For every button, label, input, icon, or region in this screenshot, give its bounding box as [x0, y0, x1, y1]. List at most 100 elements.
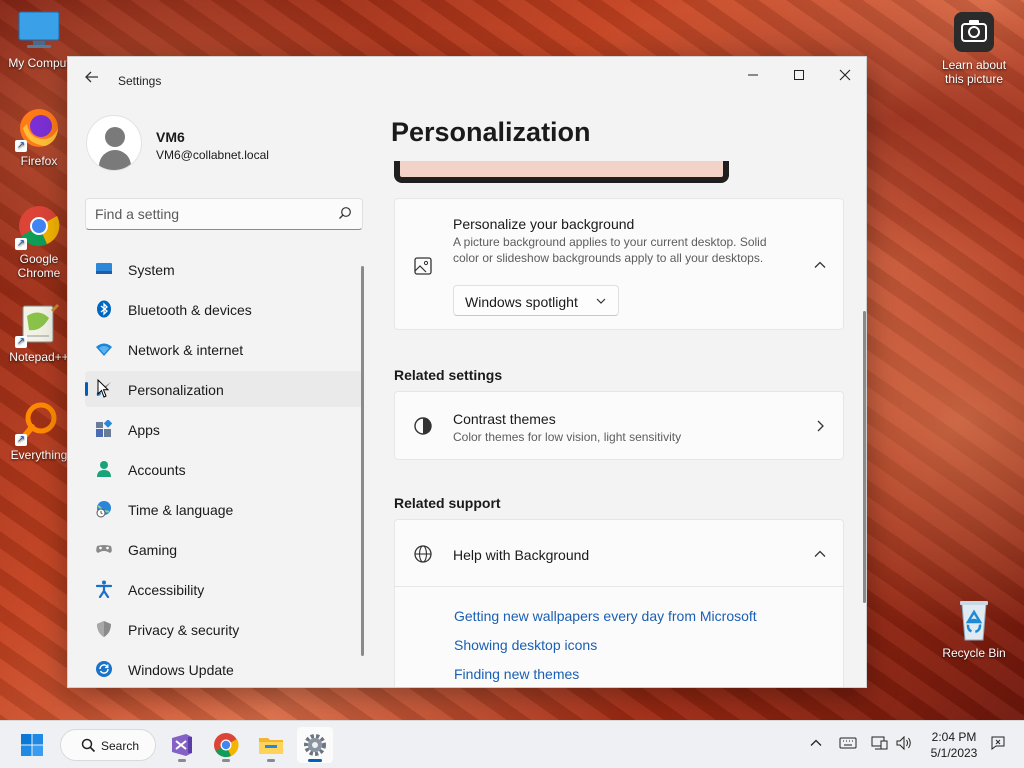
shortcut-arrow-icon: ↗ — [15, 434, 27, 446]
notifications-button[interactable] — [988, 735, 1008, 755]
notepad-icon: ↗ — [15, 302, 61, 348]
sidebar-item-label: Windows Update — [128, 662, 234, 678]
chrome-icon — [214, 733, 239, 758]
chrome-icon: ↗ — [15, 204, 61, 250]
magnifier-icon: ↗ — [15, 400, 61, 446]
arrow-left-icon — [85, 71, 98, 83]
monitor-icon — [17, 8, 61, 52]
sidebar-item-gaming[interactable]: Gaming — [85, 531, 363, 567]
monitor-icon — [96, 263, 112, 274]
shield-icon — [97, 621, 111, 637]
chevron-up-icon — [810, 739, 822, 746]
sidebar-item-privacy-security[interactable]: Privacy & security — [85, 611, 363, 647]
help-link-themes[interactable]: Finding new themes — [454, 666, 579, 682]
user-name: VM6 — [156, 129, 185, 145]
help-links-panel: Getting new wallpapers every day from Mi… — [394, 587, 844, 687]
card-description: A picture background applies to your cur… — [453, 235, 767, 265]
sidebar-item-label: Gaming — [128, 542, 178, 558]
help-link-wallpapers[interactable]: Getting new wallpapers every day from Mi… — [454, 608, 757, 624]
sidebar-scrollbar[interactable] — [361, 266, 364, 656]
settings-window: Settings VM6 VM6@collabnet.local System … — [67, 56, 867, 688]
sidebar-item-system[interactable]: System — [85, 251, 363, 287]
taskbar-chrome[interactable] — [208, 727, 244, 763]
background-card[interactable]: Personalize your background A picture ba… — [394, 198, 844, 330]
taskbar-search-label: Search — [101, 739, 140, 753]
running-indicator — [267, 759, 275, 762]
background-type-dropdown[interactable]: Windows spotlight — [453, 285, 619, 316]
sidebar-item-label: Network & internet — [128, 342, 244, 358]
contrast-icon — [414, 417, 432, 435]
show-hidden-icons-button[interactable] — [806, 735, 826, 755]
sidebar-item-accounts[interactable]: Accounts — [85, 451, 363, 487]
network-status-button[interactable] — [870, 735, 890, 755]
minimize-button[interactable] — [730, 61, 776, 93]
search-input[interactable] — [95, 205, 331, 223]
keyboard-layout-button[interactable] — [838, 735, 858, 755]
sidebar-item-label: System — [128, 262, 175, 278]
active-indicator — [85, 382, 88, 396]
maximize-icon — [794, 70, 804, 80]
help-with-background-card[interactable]: Help with Background — [394, 519, 844, 587]
desktop-icon-recycle-bin[interactable]: Recycle Bin — [934, 598, 1014, 660]
folder-icon — [259, 738, 283, 754]
volume-button[interactable] — [894, 735, 914, 755]
running-indicator — [222, 759, 230, 762]
speaker-icon — [896, 735, 911, 751]
content-scrollbar[interactable] — [863, 311, 866, 603]
start-button[interactable] — [14, 727, 50, 763]
keyboard-icon — [839, 737, 857, 749]
taskbar-settings[interactable] — [297, 727, 333, 763]
active-indicator — [308, 759, 322, 762]
avatar-body — [99, 150, 131, 170]
search-icon[interactable] — [338, 206, 352, 220]
sidebar-item-label: Accounts — [128, 462, 186, 478]
help-link-desktop-icons[interactable]: Showing desktop icons — [454, 637, 597, 653]
window-title: Settings — [118, 74, 162, 88]
card-description: Color themes for low vision, light sensi… — [453, 430, 682, 444]
close-icon — [839, 69, 851, 81]
sidebar-item-bluetooth[interactable]: Bluetooth & devices — [85, 291, 363, 327]
taskbar-search[interactable]: Search — [60, 729, 156, 761]
search-box[interactable] — [85, 198, 363, 230]
taskbar-visual-studio[interactable] — [164, 727, 200, 763]
desktop-icon-label: Learn about this picture — [941, 58, 1007, 86]
clock-time: 2:04 PM — [931, 730, 977, 744]
desktop-icon-learn-about-picture[interactable]: Learn about this picture — [934, 10, 1014, 86]
clock[interactable]: 2:04 PM 5/1/2023 — [916, 729, 992, 761]
sidebar-item-apps[interactable]: Apps — [85, 411, 363, 447]
visual-studio-icon — [172, 734, 192, 756]
person-icon — [97, 461, 111, 477]
recycle-bin-icon — [952, 598, 996, 642]
mouse-cursor-icon — [97, 379, 110, 398]
avatar[interactable] — [86, 115, 142, 171]
taskbar: Search 2:04 PM 5/1/2023 — [0, 720, 1024, 768]
close-button[interactable] — [822, 61, 866, 93]
running-indicator — [178, 759, 186, 762]
taskbar-file-explorer[interactable] — [253, 727, 289, 763]
title-bar[interactable]: Settings — [68, 57, 866, 105]
sidebar-item-accessibility[interactable]: Accessibility — [85, 571, 363, 607]
related-support-heading: Related support — [394, 495, 501, 511]
chevron-up-icon[interactable] — [813, 258, 827, 272]
card-title: Contrast themes — [453, 411, 556, 427]
firefox-icon: ↗ — [15, 106, 61, 152]
sidebar-item-label: Apps — [128, 422, 160, 438]
sidebar-item-label: Time & language — [128, 502, 234, 518]
image-icon — [414, 257, 432, 275]
sidebar-item-personalization[interactable]: Personalization — [85, 371, 363, 407]
shortcut-arrow-icon: ↗ — [15, 238, 27, 250]
shortcut-arrow-icon: ↗ — [15, 140, 27, 152]
maximize-button[interactable] — [776, 61, 822, 93]
card-title: Personalize your background — [453, 216, 635, 232]
sidebar-item-time-language[interactable]: Time & language — [85, 491, 363, 527]
chevron-right-icon — [817, 420, 824, 432]
back-button[interactable] — [80, 69, 104, 93]
card-title: Help with Background — [453, 547, 590, 563]
chevron-up-icon[interactable] — [813, 547, 827, 561]
sidebar-item-windows-update[interactable]: Windows Update — [85, 651, 363, 687]
sidebar-item-network[interactable]: Network & internet — [85, 331, 363, 367]
contrast-themes-card[interactable]: Contrast themes Color themes for low vis… — [394, 391, 844, 460]
chevron-down-icon — [596, 298, 606, 304]
shortcut-arrow-icon: ↗ — [15, 336, 27, 348]
desktop-preview — [394, 161, 729, 183]
